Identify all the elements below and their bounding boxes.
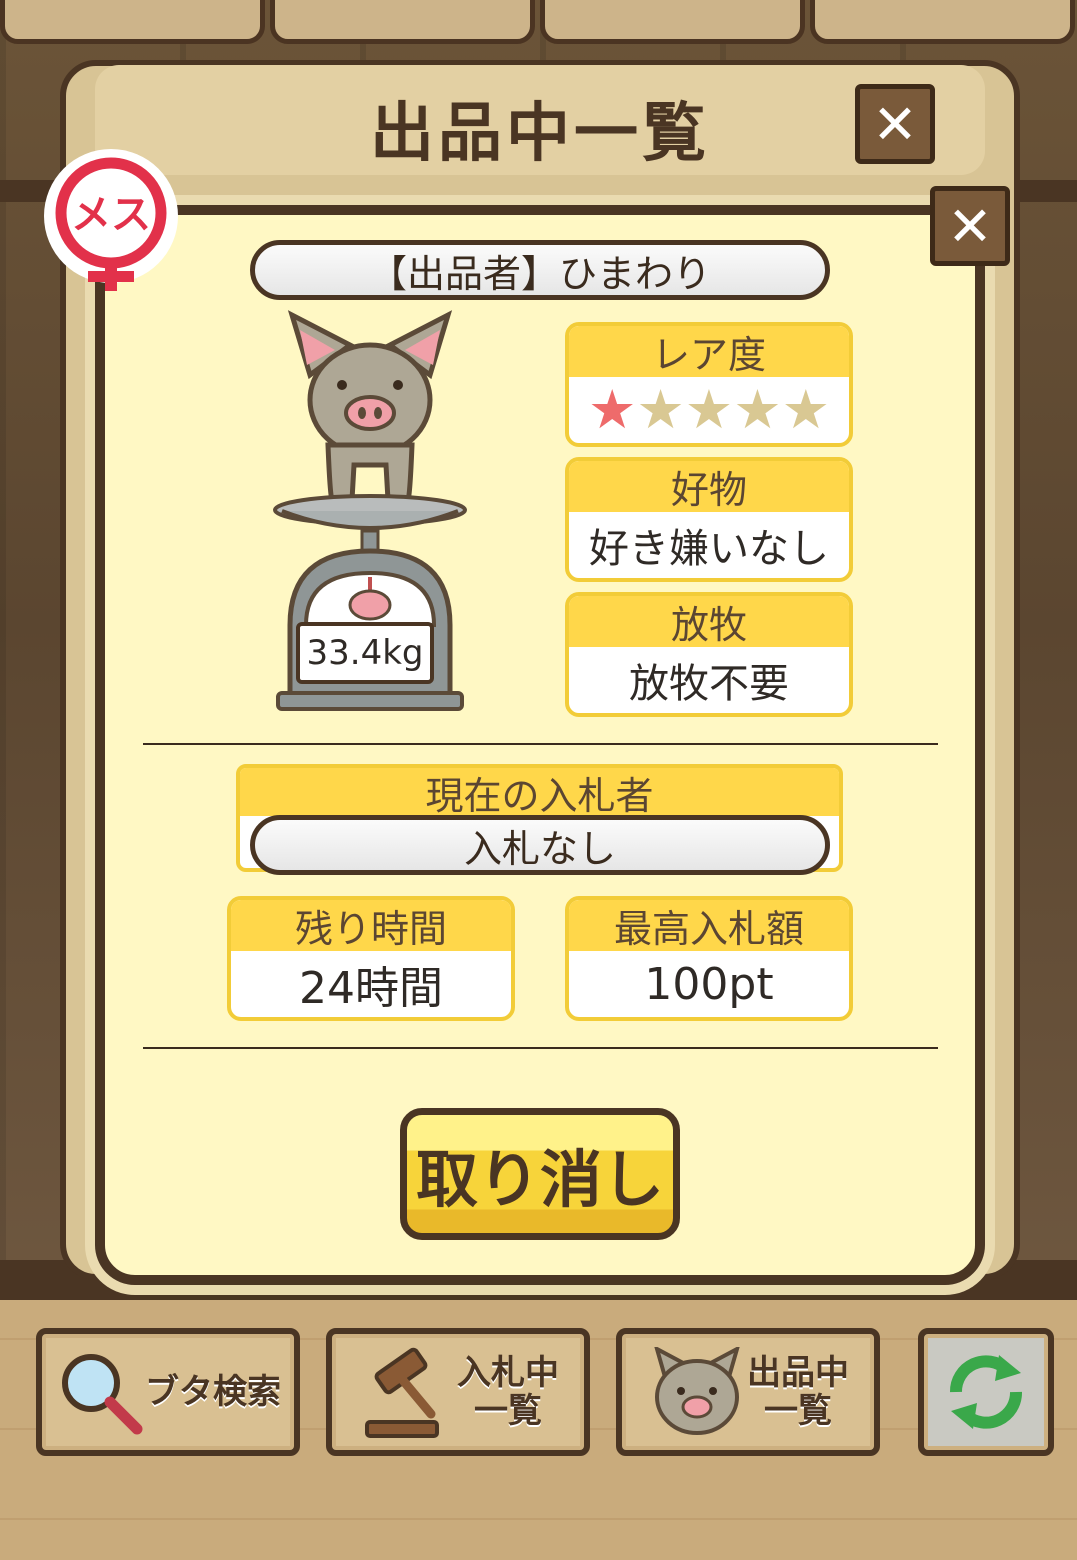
divider	[143, 1047, 938, 1049]
highest-bid-value: 100pt	[644, 958, 774, 1010]
board-close-button[interactable]: ✕	[855, 84, 935, 164]
nav-label-bidding: 入札中 一覧	[457, 1353, 559, 1431]
pig-search-button[interactable]: ブタ検索	[36, 1328, 300, 1456]
rarity-stars: ★ ★ ★ ★ ★	[569, 377, 849, 443]
cancel-listing-button[interactable]: 取り消し	[400, 1108, 680, 1240]
current-bidder-value: 入札なし	[250, 815, 830, 875]
svg-text:メス: メス	[71, 192, 151, 238]
female-badge: メス	[50, 155, 172, 291]
rarity-label: レア度	[569, 326, 849, 378]
close-icon: ✕	[947, 194, 993, 258]
pig-face-icon	[654, 1347, 740, 1435]
refresh-button[interactable]	[918, 1328, 1054, 1456]
current-bidder-label: 現在の入札者	[240, 768, 839, 818]
highest-bid-card: 最高入札額 100pt	[565, 896, 853, 1021]
panel-close-button[interactable]: ✕	[930, 186, 1010, 266]
page-title: 出品中一覧	[370, 97, 710, 171]
nav-label-listing: 出品中 一覧	[747, 1353, 849, 1431]
top-tab-2[interactable]	[270, 0, 535, 44]
rarity-card: レア度 ★ ★ ★ ★ ★	[565, 322, 853, 447]
magnifier-icon	[62, 1354, 143, 1435]
nav-label-search: ブタ検索	[145, 1372, 281, 1412]
gavel-icon	[365, 1347, 439, 1438]
grazing-card: 放牧 放牧不要	[565, 592, 853, 717]
top-tab-4[interactable]	[810, 0, 1075, 44]
favorite-label: 好物	[569, 461, 849, 513]
highest-bid-label: 最高入札額	[569, 900, 849, 952]
weight-readout: 33.4kg	[296, 622, 434, 684]
refresh-icon	[949, 1355, 1023, 1429]
time-left-label: 残り時間	[231, 900, 511, 952]
seller-name: 【出品者】ひまわり	[250, 240, 830, 300]
star-empty-icon: ★	[636, 378, 685, 442]
top-tab-3[interactable]	[540, 0, 805, 44]
star-empty-icon: ★	[733, 378, 782, 442]
listing-list-button[interactable]: 出品中 一覧	[616, 1328, 880, 1456]
grazing-value: 放牧不要	[629, 661, 789, 708]
star-empty-icon: ★	[781, 378, 831, 442]
star-empty-icon: ★	[684, 378, 734, 442]
top-tab-1[interactable]	[0, 0, 265, 44]
close-icon: ✕	[872, 92, 918, 156]
divider	[143, 743, 938, 745]
favorite-value: 好き嫌いなし	[589, 526, 829, 573]
time-left-value: 24時間	[299, 963, 443, 1015]
favorite-food-card: 好物 好き嫌いなし	[565, 457, 853, 582]
time-left-card: 残り時間 24時間	[227, 896, 515, 1021]
grazing-label: 放牧	[569, 596, 849, 648]
top-tab-strip	[0, 0, 1077, 44]
female-symbol-icon: メス	[55, 157, 167, 291]
star-filled-icon: ★	[587, 378, 637, 442]
bidding-list-button[interactable]: 入札中 一覧	[326, 1328, 590, 1456]
